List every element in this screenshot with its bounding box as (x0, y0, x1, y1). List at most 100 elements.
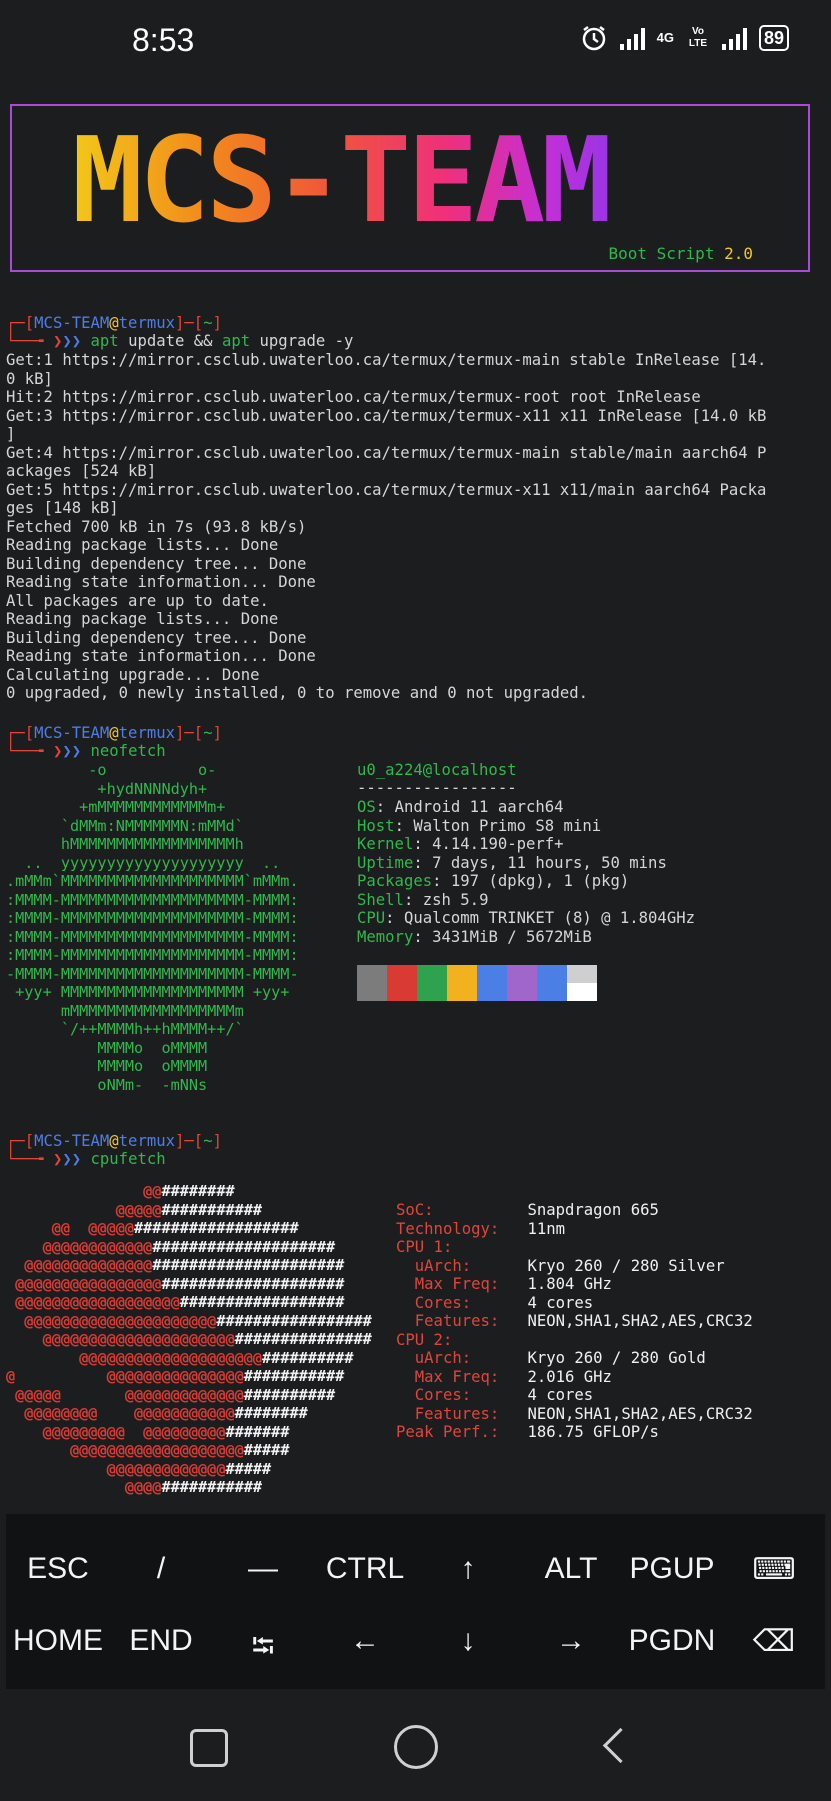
color-swatch (507, 965, 537, 1001)
output-line: Reading state information... Done (6, 647, 316, 665)
tab-key[interactable]: ⭾ (252, 1624, 275, 1675)
output-line: 0 kB] (6, 369, 53, 388)
cpu-info-line: Technology: 11nm (396, 1219, 565, 1238)
logo-row: @@@@@@@@@@@@@@##################### (24, 1256, 345, 1274)
command-line: └──╼ ❯❯❯ cpufetch (6, 1150, 166, 1168)
logo-row: @@@@@@@@@@@@@@@@#################### (15, 1274, 345, 1293)
cpu-info-line: CPU 1: (396, 1238, 528, 1256)
status-bar: 8:53 4G Vo LTE 89 (0, 0, 831, 74)
down-arrow-key[interactable]: ↓ (461, 1624, 476, 1658)
cpu-info-line: Features: NEON,SHA1,SHA2,AES,CRC32 (396, 1312, 753, 1330)
color-swatch (357, 965, 387, 1001)
cpu-info-line: Cores: 4 cores (396, 1386, 594, 1404)
neofetch-info-line: Packages: 197 (dpkg), 1 (pkg) (357, 872, 630, 890)
color-swatches (357, 965, 597, 1001)
output-line: Hit:2 https://mirror.csclub.uwaterloo.ca… (6, 388, 701, 406)
logo-row: @@@@@@@@@@@@@@@@@@################## (15, 1293, 345, 1311)
output-line: Reading state information... Done (6, 573, 316, 591)
logo-row: @@@@@@@@@@@@@@@@@@@##### (70, 1441, 290, 1459)
prompt-line: ┌─[MCS-TEAM@termux]─[~] (6, 314, 222, 332)
output-line: Reading package lists... Done (6, 610, 279, 628)
output-line: Building dependency tree... Done (6, 554, 307, 573)
output-line: Get:1 https://mirror.csclub.uwaterloo.ca… (6, 351, 767, 369)
banner-title: MCS-TEAM (72, 111, 612, 249)
cpu-info-line: SoC: Snapdragon 665 (396, 1201, 659, 1219)
cpu-info-line: Cores: 4 cores (396, 1293, 594, 1312)
logo-row: @@@@@@@@@@@@@##### (106, 1459, 272, 1478)
cpu-info-line: CPU 2: (396, 1330, 528, 1349)
neofetch-separator: ----------------- (357, 779, 517, 797)
output-line: Get:3 https://mirror.csclub.uwaterloo.ca… (6, 406, 767, 425)
command-line: └──╼ ❯❯❯ neofetch (6, 742, 166, 760)
neofetch-user-host: u0_a224@localhost (357, 761, 517, 779)
prompt-line: ┌─[MCS-TEAM@termux]─[~] (6, 1132, 222, 1150)
extra-keys-bar: ESC / — CTRL ↑ ALT PGUP ⌨ HOME END ⭾ ← ↓ → PGDN ⌫ (6, 1514, 825, 1689)
logo-row: @@@@########### (124, 1478, 263, 1496)
alarm-icon (582, 26, 605, 51)
ctrl-key[interactable]: CTRL (326, 1552, 404, 1586)
color-swatch (417, 965, 447, 1001)
home-key[interactable]: HOME (13, 1624, 103, 1658)
android-ascii-logo: -o o- +hydNNNNdyh+ +mMMMMMMMMMMMMm+ `dMM… (6, 761, 299, 1094)
alt-key[interactable]: ALT (545, 1552, 598, 1586)
output-line: Fetched 700 kB in 7s (93.8 kB/s) (6, 517, 307, 536)
cpufetch-info: SoC: Snapdragon 665 Technology: 11nm CPU 1… (396, 1201, 753, 1442)
output-line: Calculating upgrade... Done (6, 665, 260, 684)
home-icon[interactable] (394, 1725, 438, 1769)
logo-row: @@@@@ @@@@@@@@@@@@@########## (15, 1385, 336, 1404)
logo-row: @@@@@@@@@@@@@@@@@@@@@################# (24, 1311, 372, 1330)
navigation-bar (0, 1689, 831, 1801)
color-swatch (477, 965, 507, 1001)
cpu-info-line: Max Freq: 1.804 GHz (396, 1275, 612, 1293)
signal-icon-1 (619, 26, 645, 50)
right-arrow-key[interactable]: → (556, 1624, 586, 1658)
back-icon[interactable] (602, 1727, 639, 1764)
end-key[interactable]: END (129, 1624, 192, 1658)
logo-row: @@ @@@@@################## (51, 1219, 299, 1237)
output-line: Get:4 https://mirror.csclub.uwaterloo.ca… (6, 443, 767, 462)
color-swatch (537, 965, 567, 1001)
logo-row: @@@@@@@@@@@@#################### (42, 1237, 336, 1256)
neofetch-info-line: Shell: zsh 5.9 (357, 890, 489, 909)
esc-key[interactable]: ESC (27, 1552, 89, 1586)
output-line: 0 upgraded, 0 newly installed, 0 to remo… (6, 684, 589, 702)
cpu-info-line: Features: NEON,SHA1,SHA2,AES,CRC32 (396, 1404, 753, 1423)
dash-key[interactable]: — (248, 1552, 278, 1586)
logo-row: @@@@@@@@ @@@@@@@@@@@######## (24, 1404, 308, 1422)
keyboard-toggle-icon[interactable]: ⌨ (752, 1552, 795, 1587)
up-arrow-key[interactable]: ↑ (461, 1552, 476, 1586)
logo-row: @@######## (143, 1182, 235, 1200)
network-4g-label: 4G (656, 30, 674, 45)
neofetch-info-line: Memory: 3431MiB / 5672MiB (357, 927, 592, 946)
terminal-view[interactable]: MCS-TEAM Boot Script 2.0 ┌─[MCS-TEAM@ter… (0, 74, 831, 1514)
backspace-icon[interactable]: ⌫ (753, 1624, 795, 1659)
color-swatch (447, 965, 477, 1001)
battery-icon: 89 (758, 25, 789, 51)
pgdn-key[interactable]: PGDN (629, 1624, 716, 1658)
neofetch-info-line: Host: Walton Primo S8 mini (357, 816, 602, 835)
output-line: Get:5 https://mirror.csclub.uwaterloo.ca… (6, 480, 767, 499)
command-line: └──╼ ❯❯❯ apt update && apt upgrade -y (6, 332, 354, 350)
output-line: ackages [524 kB] (6, 462, 157, 480)
volte-icon: Vo LTE (688, 26, 708, 49)
cpu-info-line: uArch: Kryo 260 / 280 Gold (396, 1349, 706, 1367)
logo-row: @@@@@@@@@@@@@@@@@@@@########## (79, 1348, 354, 1367)
cpu-info-line: Max Freq: 2.016 GHz (396, 1367, 612, 1386)
output-line: ] (6, 425, 16, 443)
signal-icon-2 (721, 26, 747, 50)
neofetch-info-line: OS: Android 11 aarch64 (357, 798, 564, 816)
cpu-info-line: uArch: Kryo 260 / 280 Silver (396, 1256, 725, 1275)
slash-key[interactable]: / (157, 1552, 165, 1586)
status-time: 8:53 (132, 22, 195, 58)
output-line: Reading package lists... Done (6, 536, 279, 554)
cpu-info-line: Peak Perf.: 186.75 GFLOP/s (396, 1423, 659, 1441)
color-swatch (387, 965, 417, 1001)
recents-icon[interactable] (190, 1729, 228, 1767)
banner-subtitle: Boot Script 2.0 (608, 244, 753, 263)
snapdragon-ascii-logo: @@######## @@@@@########### @@ @@@@@####… (6, 1182, 372, 1497)
logo-row: @ @@@@@@@@@@@@@@@########### (6, 1367, 345, 1385)
color-swatch (567, 965, 597, 1001)
pgup-key[interactable]: PGUP (629, 1552, 714, 1586)
left-arrow-key[interactable]: ← (350, 1624, 380, 1658)
output-line: Building dependency tree... Done (6, 628, 307, 647)
